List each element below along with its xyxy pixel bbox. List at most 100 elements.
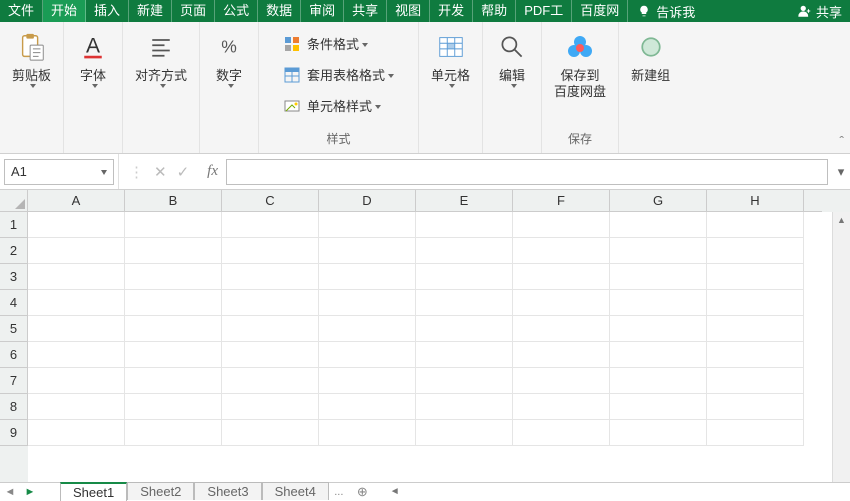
column-header[interactable]: F	[513, 190, 610, 212]
sheet-nav-prev[interactable]: ◄	[0, 486, 20, 498]
tab-help[interactable]: 帮助	[473, 0, 516, 22]
cell[interactable]	[222, 342, 319, 368]
tab-home[interactable]: 开始	[43, 0, 86, 22]
tab-baidu[interactable]: 百度网	[572, 0, 628, 22]
tab-data[interactable]: 数据	[258, 0, 301, 22]
vertical-scrollbar[interactable]: ▲	[832, 212, 850, 482]
cell[interactable]	[319, 290, 416, 316]
baidu-save-button[interactable]: 保存到 百度网盘	[548, 26, 612, 104]
row-header[interactable]: 2	[0, 238, 28, 264]
cell[interactable]	[319, 212, 416, 238]
cell[interactable]	[28, 342, 125, 368]
cell[interactable]	[125, 342, 222, 368]
cell[interactable]	[707, 264, 804, 290]
cell[interactable]	[125, 264, 222, 290]
cell[interactable]	[707, 316, 804, 342]
cell[interactable]	[513, 290, 610, 316]
cell[interactable]	[28, 420, 125, 446]
cell[interactable]	[610, 420, 707, 446]
cell[interactable]	[125, 212, 222, 238]
cell[interactable]	[222, 212, 319, 238]
column-header[interactable]: E	[416, 190, 513, 212]
number-button[interactable]: % 数字	[206, 26, 252, 92]
cells-button[interactable]: 单元格	[425, 26, 476, 92]
scroll-up-button[interactable]: ▲	[833, 212, 850, 228]
cell[interactable]	[319, 342, 416, 368]
sheet-nav-next[interactable]: ►	[20, 486, 40, 498]
cell[interactable]	[707, 212, 804, 238]
cell[interactable]	[222, 290, 319, 316]
cell[interactable]	[513, 394, 610, 420]
enter-icon[interactable]: ✓	[177, 163, 190, 181]
tab-file[interactable]: 文件	[0, 0, 43, 22]
cell[interactable]	[222, 394, 319, 420]
cell[interactable]	[513, 368, 610, 394]
tab-review[interactable]: 审阅	[301, 0, 344, 22]
cell[interactable]	[513, 238, 610, 264]
share-button[interactable]: 共享	[790, 0, 850, 22]
cell[interactable]	[125, 290, 222, 316]
cell[interactable]	[28, 394, 125, 420]
cell[interactable]	[28, 212, 125, 238]
conditional-format-button[interactable]: 条件格式	[279, 32, 372, 55]
cell[interactable]	[125, 368, 222, 394]
cell[interactable]	[513, 420, 610, 446]
row-header[interactable]: 4	[0, 290, 28, 316]
cancel-icon[interactable]: ✕	[154, 163, 167, 181]
tab-page[interactable]: 页面	[172, 0, 215, 22]
cell[interactable]	[610, 394, 707, 420]
cell[interactable]	[707, 368, 804, 394]
column-header[interactable]: A	[28, 190, 125, 212]
cell[interactable]	[125, 394, 222, 420]
cell[interactable]	[416, 290, 513, 316]
name-box[interactable]: A1	[4, 159, 114, 185]
tell-me[interactable]: 告诉我	[628, 0, 705, 22]
add-sheet-button[interactable]: ⊕	[349, 484, 376, 500]
column-header[interactable]: G	[610, 190, 707, 212]
cell[interactable]	[125, 420, 222, 446]
cell[interactable]	[610, 342, 707, 368]
cell[interactable]	[319, 264, 416, 290]
cell[interactable]	[28, 238, 125, 264]
cell[interactable]	[707, 238, 804, 264]
cell[interactable]	[416, 264, 513, 290]
cell[interactable]	[416, 342, 513, 368]
cell[interactable]	[222, 264, 319, 290]
tab-formula[interactable]: 公式	[215, 0, 258, 22]
cell[interactable]	[610, 212, 707, 238]
horizontal-scrollbar[interactable]: ◄	[376, 486, 850, 497]
row-header[interactable]: 3	[0, 264, 28, 290]
cell[interactable]	[707, 420, 804, 446]
tab-pdf[interactable]: PDF工	[516, 0, 572, 22]
tab-dev[interactable]: 开发	[430, 0, 473, 22]
cell[interactable]	[513, 212, 610, 238]
cell[interactable]	[319, 394, 416, 420]
cell[interactable]	[513, 316, 610, 342]
cell[interactable]	[319, 238, 416, 264]
cell[interactable]	[513, 342, 610, 368]
cell[interactable]	[416, 212, 513, 238]
cell[interactable]	[125, 316, 222, 342]
cell[interactable]	[416, 420, 513, 446]
sheet-tab-3[interactable]: Sheet3	[194, 482, 261, 500]
cell[interactable]	[222, 420, 319, 446]
tab-view[interactable]: 视图	[387, 0, 430, 22]
cell[interactable]	[28, 368, 125, 394]
cell[interactable]	[222, 316, 319, 342]
column-header[interactable]: D	[319, 190, 416, 212]
column-header[interactable]: H	[707, 190, 804, 212]
sheet-more[interactable]: ...	[329, 486, 349, 498]
sheet-tab-2[interactable]: Sheet2	[127, 482, 194, 500]
row-header[interactable]: 9	[0, 420, 28, 446]
row-header[interactable]: 8	[0, 394, 28, 420]
column-header[interactable]: B	[125, 190, 222, 212]
font-button[interactable]: A 字体	[70, 26, 116, 92]
collapse-ribbon-button[interactable]: ˆ	[839, 133, 844, 149]
cell[interactable]	[513, 264, 610, 290]
cell[interactable]	[610, 316, 707, 342]
clipboard-button[interactable]: 剪贴板	[6, 26, 57, 92]
edit-button[interactable]: 编辑	[489, 26, 535, 92]
row-header[interactable]: 1	[0, 212, 28, 238]
tab-new[interactable]: 新建	[129, 0, 172, 22]
newgroup-button[interactable]: 新建组	[625, 26, 676, 88]
